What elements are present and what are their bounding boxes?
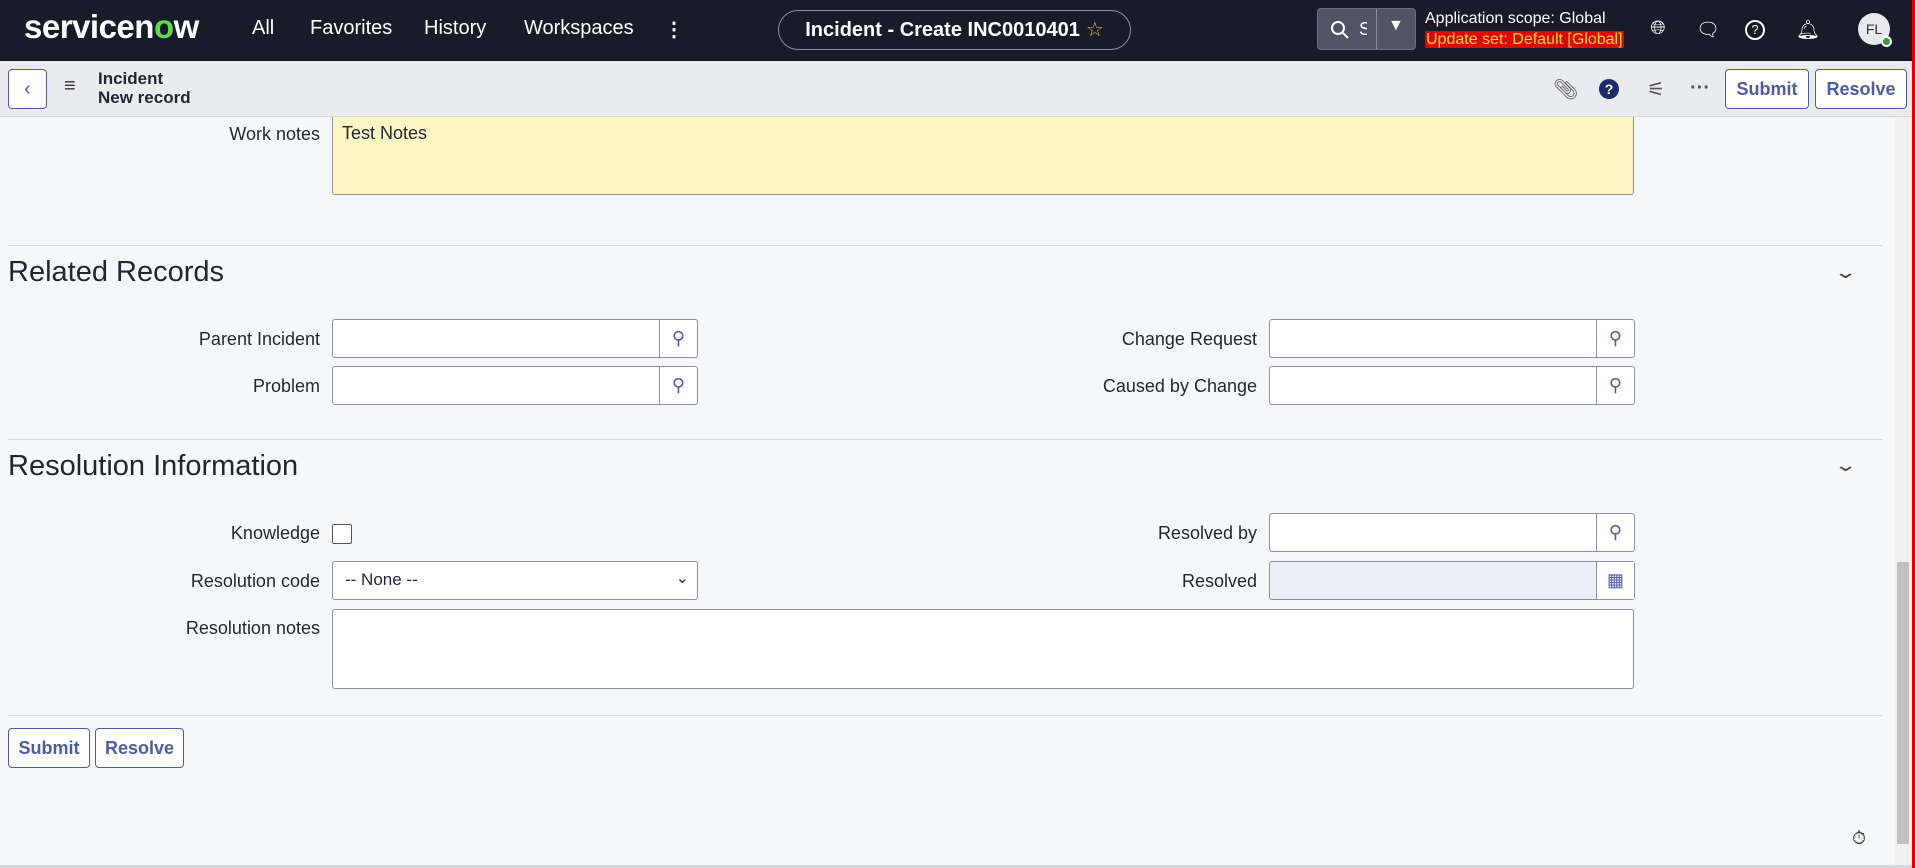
change-request-label: Change Request xyxy=(1121,329,1257,349)
work-notes-textarea[interactable]: Test Notes xyxy=(332,117,1634,195)
global-search[interactable]: S ▼ xyxy=(1317,8,1416,50)
nav-history[interactable]: History xyxy=(424,17,486,40)
resolved-by-label: Resolved by xyxy=(1157,523,1257,543)
work-notes-value: Test Notes xyxy=(342,123,428,143)
parent-incident-input[interactable]: ⚲ xyxy=(332,319,698,358)
form-header: ‹ ≡ Incident New record 📎︎ ? ⚟ ··· Submit… xyxy=(0,61,1912,117)
record-table: Incident xyxy=(98,69,164,88)
resolution-code-label: Resolution code xyxy=(190,571,320,591)
resolution-code-select[interactable]: -- None -- ⌄ xyxy=(332,561,698,600)
scope-info[interactable]: Application scope: Global Update set: De… xyxy=(1425,8,1624,50)
lookup-search-icon[interactable]: ⚲ xyxy=(1596,514,1634,551)
timer-icon[interactable]: ⏱︎ xyxy=(1852,828,1866,849)
header-submit-button[interactable]: Submit xyxy=(1725,69,1809,109)
resolved-label: Resolved xyxy=(1181,571,1257,591)
help-icon[interactable]: ? xyxy=(1745,20,1765,40)
avatar[interactable]: FL xyxy=(1858,13,1892,47)
nav-all[interactable]: All xyxy=(252,17,274,40)
resolution-information-heading: Resolution Information xyxy=(8,450,299,482)
parent-incident-label: Parent Incident xyxy=(198,329,320,349)
nav-favorites[interactable]: Favorites xyxy=(310,17,392,40)
header-resolve-button[interactable]: Resolve xyxy=(1815,69,1907,109)
lookup-search-icon[interactable]: ⚲ xyxy=(1596,320,1634,357)
record-subtitle: New record xyxy=(98,88,191,107)
work-notes-label: Work notes xyxy=(229,124,320,144)
related-records-heading: Related Records xyxy=(8,256,224,288)
knowledge-checkbox[interactable] xyxy=(332,524,352,544)
problem-label: Problem xyxy=(252,376,320,396)
top-navigation-bar: servicenow All Favorites History Workspa… xyxy=(0,0,1912,61)
knowledge-label: Knowledge xyxy=(230,523,320,543)
lookup-search-icon[interactable]: ⚲ xyxy=(1596,367,1634,404)
search-dropdown-icon[interactable]: ▼ xyxy=(1388,17,1404,35)
divider xyxy=(8,245,1882,246)
resolution-notes-label: Resolution notes xyxy=(185,618,320,638)
search-icon xyxy=(1331,21,1349,39)
lookup-search-icon[interactable]: ⚲ xyxy=(659,320,697,357)
update-set: Update set: Default [Global] xyxy=(1425,31,1624,48)
resolved-date-input[interactable]: ▦ xyxy=(1269,561,1635,600)
collapse-chevron-icon[interactable]: ⌄ xyxy=(1833,455,1857,476)
more-options-icon[interactable]: ··· xyxy=(1688,77,1712,100)
select-chevron-icon: ⌄ xyxy=(675,570,689,587)
caused-by-change-label: Caused by Change xyxy=(1102,376,1257,396)
globe-icon[interactable]: 🌐︎ xyxy=(1646,18,1670,42)
context-title: Incident - Create INC0010401 xyxy=(805,19,1080,41)
submit-button[interactable]: Submit xyxy=(8,728,90,768)
resolution-notes-textarea[interactable] xyxy=(332,609,1634,689)
change-request-input[interactable]: ⚲ xyxy=(1269,319,1635,358)
problem-input[interactable]: ⚲ xyxy=(332,366,698,405)
favorite-star-icon[interactable]: ☆ xyxy=(1086,19,1104,41)
back-button[interactable]: ‹ xyxy=(8,69,47,109)
caused-by-change-input[interactable]: ⚲ xyxy=(1269,366,1635,405)
calendar-icon[interactable]: ▦ xyxy=(1596,562,1634,599)
search-input-text[interactable]: S xyxy=(1359,19,1367,40)
help-icon[interactable]: ? xyxy=(1599,79,1619,99)
context-title-pill[interactable]: Incident - Create INC0010401 ☆ xyxy=(778,10,1131,50)
resolve-button[interactable]: Resolve xyxy=(95,728,184,768)
avatar-initials: FL xyxy=(1865,21,1883,37)
personalize-sliders-icon[interactable]: ⚟ xyxy=(1644,77,1668,102)
resolved-by-input[interactable]: ⚲ xyxy=(1269,513,1635,552)
attachment-icon[interactable]: 📎︎ xyxy=(1553,77,1578,102)
resolution-code-value: -- None -- xyxy=(345,570,418,589)
nav-workspaces[interactable]: Workspaces xyxy=(524,17,634,40)
bell-icon[interactable]: 🔔︎ xyxy=(1796,18,1820,42)
divider xyxy=(8,715,1882,716)
divider xyxy=(8,439,1882,440)
online-status-icon xyxy=(1881,36,1892,47)
chat-icon[interactable]: 🗨︎ xyxy=(1696,18,1720,42)
servicenow-logo[interactable]: servicenow xyxy=(24,8,199,46)
scrollbar-thumb[interactable] xyxy=(1897,562,1909,844)
more-menu-icon[interactable]: ⋮ xyxy=(664,17,684,42)
lookup-search-icon[interactable]: ⚲ xyxy=(659,367,697,404)
application-scope: Application scope: Global xyxy=(1425,10,1606,27)
collapse-chevron-icon[interactable]: ⌄ xyxy=(1833,262,1857,283)
context-menu-icon[interactable]: ≡ xyxy=(64,75,76,98)
